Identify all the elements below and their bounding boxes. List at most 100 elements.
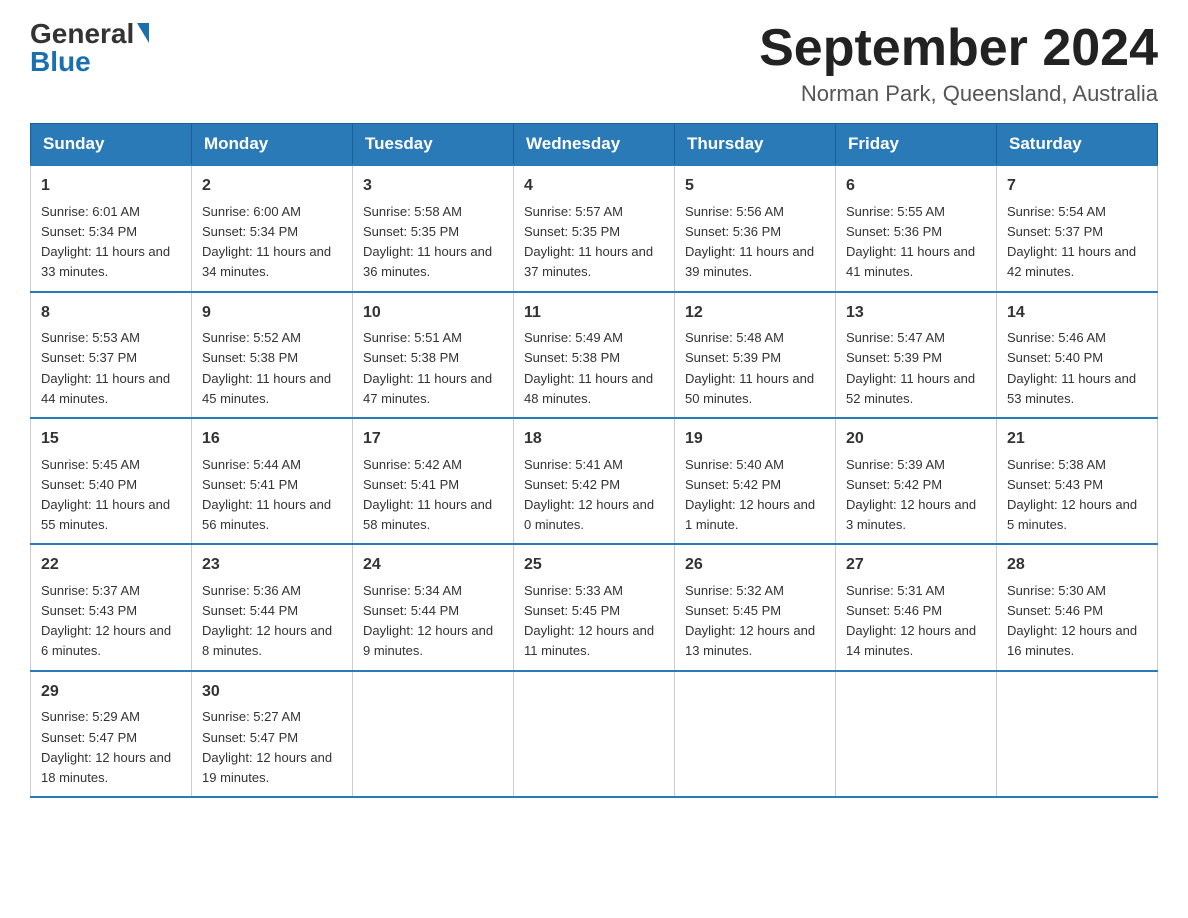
calendar-week-2: 8 Sunrise: 5:53 AM Sunset: 5:37 PM Daylight… bbox=[31, 292, 1158, 418]
calendar-cell: 27Sunrise: 5:31 AMSunset: 5:46 PMDayligh… bbox=[836, 544, 997, 670]
sunset-line: Sunset: 5:36 PM bbox=[846, 224, 942, 239]
day-number: 21 bbox=[1007, 427, 1147, 452]
day-number: 23 bbox=[202, 553, 342, 578]
sunrise-line: Sunrise: 5:52 AM bbox=[202, 330, 301, 345]
logo-blue-part bbox=[134, 23, 149, 45]
daylight-line: Daylight: 11 hours and 48 minutes. bbox=[524, 371, 653, 406]
day-number: 1 bbox=[41, 174, 181, 199]
sunset-line: Sunset: 5:34 PM bbox=[41, 224, 137, 239]
sunset-line: Sunset: 5:47 PM bbox=[202, 730, 298, 745]
sunrise-line: Sunrise: 5:32 AM bbox=[685, 583, 784, 598]
day-number: 10 bbox=[363, 301, 503, 326]
calendar-cell: 10 Sunrise: 5:51 AM Sunset: 5:38 PM Dayligh… bbox=[353, 292, 514, 418]
day-number: 15 bbox=[41, 427, 181, 452]
sunset-line: Sunset: 5:38 PM bbox=[524, 350, 620, 365]
daylight-line: Daylight: 12 hours and 0 minutes. bbox=[524, 497, 654, 532]
sunrise-line: Sunrise: 5:48 AM bbox=[685, 330, 784, 345]
daylight-line: Daylight: 12 hours and 19 minutes. bbox=[202, 750, 332, 785]
calendar-table: Sunday Monday Tuesday Wednesday Thursday… bbox=[30, 123, 1158, 798]
daylight-line: Daylight: 12 hours and 14 minutes. bbox=[846, 623, 976, 658]
sunrise-line: Sunrise: 5:53 AM bbox=[41, 330, 140, 345]
daylight-line: Daylight: 12 hours and 18 minutes. bbox=[41, 750, 171, 785]
calendar-cell: 16Sunrise: 5:44 AMSunset: 5:41 PMDayligh… bbox=[192, 418, 353, 544]
day-number: 3 bbox=[363, 174, 503, 199]
logo-blue-text: Blue bbox=[30, 48, 91, 76]
sunrise-line: Sunrise: 5:58 AM bbox=[363, 204, 462, 219]
sunrise-line: Sunrise: 5:41 AM bbox=[524, 457, 623, 472]
calendar-cell: 22Sunrise: 5:37 AMSunset: 5:43 PMDayligh… bbox=[31, 544, 192, 670]
daylight-line: Daylight: 11 hours and 56 minutes. bbox=[202, 497, 331, 532]
day-number: 2 bbox=[202, 174, 342, 199]
sunrise-line: Sunrise: 5:44 AM bbox=[202, 457, 301, 472]
calendar-cell bbox=[836, 671, 997, 797]
daylight-line: Daylight: 11 hours and 36 minutes. bbox=[363, 244, 492, 279]
sunrise-line: Sunrise: 5:42 AM bbox=[363, 457, 462, 472]
sunrise-line: Sunrise: 5:37 AM bbox=[41, 583, 140, 598]
sunrise-line: Sunrise: 5:49 AM bbox=[524, 330, 623, 345]
sunrise-line: Sunrise: 5:51 AM bbox=[363, 330, 462, 345]
sunrise-line: Sunrise: 5:56 AM bbox=[685, 204, 784, 219]
calendar-cell: 3Sunrise: 5:58 AMSunset: 5:35 PMDaylight… bbox=[353, 165, 514, 291]
daylight-line: Daylight: 11 hours and 47 minutes. bbox=[363, 371, 492, 406]
calendar-cell bbox=[514, 671, 675, 797]
day-number: 7 bbox=[1007, 174, 1147, 199]
day-number: 29 bbox=[41, 680, 181, 705]
calendar-week-3: 15Sunrise: 5:45 AMSunset: 5:40 PMDayligh… bbox=[31, 418, 1158, 544]
sunrise-line: Sunrise: 5:39 AM bbox=[846, 457, 945, 472]
header-thursday: Thursday bbox=[675, 124, 836, 166]
header-wednesday: Wednesday bbox=[514, 124, 675, 166]
day-number: 5 bbox=[685, 174, 825, 199]
daylight-line: Daylight: 12 hours and 13 minutes. bbox=[685, 623, 815, 658]
calendar-cell: 29Sunrise: 5:29 AMSunset: 5:47 PMDayligh… bbox=[31, 671, 192, 797]
sunset-line: Sunset: 5:40 PM bbox=[41, 477, 137, 492]
day-number: 25 bbox=[524, 553, 664, 578]
days-header-row: Sunday Monday Tuesday Wednesday Thursday… bbox=[31, 124, 1158, 166]
day-number: 8 bbox=[41, 301, 181, 326]
sunset-line: Sunset: 5:42 PM bbox=[846, 477, 942, 492]
day-number: 30 bbox=[202, 680, 342, 705]
location-subtitle: Norman Park, Queensland, Australia bbox=[759, 81, 1158, 107]
calendar-cell: 28Sunrise: 5:30 AMSunset: 5:46 PMDayligh… bbox=[997, 544, 1158, 670]
sunrise-line: Sunrise: 5:54 AM bbox=[1007, 204, 1106, 219]
calendar-cell: 23Sunrise: 5:36 AMSunset: 5:44 PMDayligh… bbox=[192, 544, 353, 670]
sunrise-line: Sunrise: 5:47 AM bbox=[846, 330, 945, 345]
sunset-line: Sunset: 5:43 PM bbox=[41, 603, 137, 618]
daylight-line: Daylight: 12 hours and 1 minute. bbox=[685, 497, 815, 532]
calendar-cell: 24Sunrise: 5:34 AMSunset: 5:44 PMDayligh… bbox=[353, 544, 514, 670]
calendar-cell: 11 Sunrise: 5:49 AM Sunset: 5:38 PM Dayligh… bbox=[514, 292, 675, 418]
calendar-cell: 17Sunrise: 5:42 AMSunset: 5:41 PMDayligh… bbox=[353, 418, 514, 544]
sunrise-line: Sunrise: 5:33 AM bbox=[524, 583, 623, 598]
sunrise-line: Sunrise: 5:46 AM bbox=[1007, 330, 1106, 345]
sunset-line: Sunset: 5:38 PM bbox=[363, 350, 459, 365]
calendar-cell: 21Sunrise: 5:38 AMSunset: 5:43 PMDayligh… bbox=[997, 418, 1158, 544]
day-number: 11 bbox=[524, 301, 664, 326]
sunset-line: Sunset: 5:43 PM bbox=[1007, 477, 1103, 492]
sunset-line: Sunset: 5:37 PM bbox=[41, 350, 137, 365]
daylight-line: Daylight: 11 hours and 45 minutes. bbox=[202, 371, 331, 406]
daylight-line: Daylight: 11 hours and 58 minutes. bbox=[363, 497, 492, 532]
calendar-cell bbox=[353, 671, 514, 797]
calendar-cell: 19Sunrise: 5:40 AMSunset: 5:42 PMDayligh… bbox=[675, 418, 836, 544]
daylight-line: Daylight: 12 hours and 8 minutes. bbox=[202, 623, 332, 658]
daylight-line: Daylight: 12 hours and 5 minutes. bbox=[1007, 497, 1137, 532]
day-number: 4 bbox=[524, 174, 664, 199]
day-number: 17 bbox=[363, 427, 503, 452]
day-number: 24 bbox=[363, 553, 503, 578]
sunset-line: Sunset: 5:47 PM bbox=[41, 730, 137, 745]
sunset-line: Sunset: 5:44 PM bbox=[202, 603, 298, 618]
day-number: 27 bbox=[846, 553, 986, 578]
header-friday: Friday bbox=[836, 124, 997, 166]
sunset-line: Sunset: 5:45 PM bbox=[685, 603, 781, 618]
calendar-cell: 12Sunrise: 5:48 AMSunset: 5:39 PMDayligh… bbox=[675, 292, 836, 418]
calendar-cell: 14Sunrise: 5:46 AMSunset: 5:40 PMDayligh… bbox=[997, 292, 1158, 418]
month-title: September 2024 bbox=[759, 20, 1158, 77]
daylight-line: Daylight: 12 hours and 16 minutes. bbox=[1007, 623, 1137, 658]
calendar-cell: 15Sunrise: 5:45 AMSunset: 5:40 PMDayligh… bbox=[31, 418, 192, 544]
sunrise-line: Sunrise: 5:40 AM bbox=[685, 457, 784, 472]
calendar-cell: 30Sunrise: 5:27 AMSunset: 5:47 PMDayligh… bbox=[192, 671, 353, 797]
header-tuesday: Tuesday bbox=[353, 124, 514, 166]
title-area: September 2024 Norman Park, Queensland, … bbox=[759, 20, 1158, 107]
calendar-cell: 2Sunrise: 6:00 AMSunset: 5:34 PMDaylight… bbox=[192, 165, 353, 291]
sunset-line: Sunset: 5:42 PM bbox=[524, 477, 620, 492]
day-number: 28 bbox=[1007, 553, 1147, 578]
